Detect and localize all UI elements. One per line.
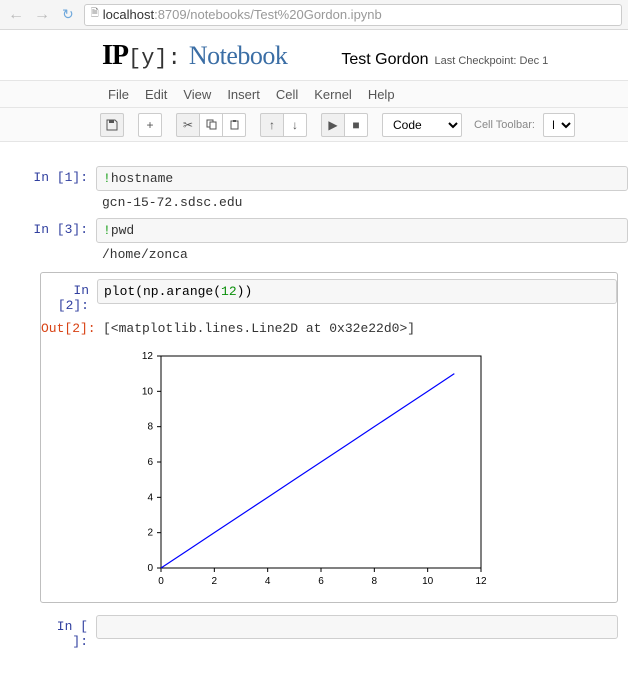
shell-cmd: pwd bbox=[111, 223, 134, 238]
cut-button[interactable]: ✂ bbox=[176, 113, 200, 137]
url-host: localhost bbox=[103, 7, 154, 22]
cell-1[interactable]: In [1]: !hostname gcn-15-72.sdsc.edu bbox=[0, 166, 628, 214]
logo-ip: IP bbox=[102, 40, 128, 72]
move-up-button[interactable]: ↑ bbox=[260, 113, 284, 137]
svg-text:10: 10 bbox=[422, 576, 434, 587]
cell-toolbar-label: Cell Toolbar: bbox=[474, 119, 535, 131]
copy-button[interactable] bbox=[199, 113, 223, 137]
svg-text:12: 12 bbox=[475, 576, 487, 587]
checkpoint-label: Last Checkpoint: Dec 1 bbox=[435, 55, 549, 67]
svg-text:2: 2 bbox=[147, 528, 153, 539]
run-button[interactable]: ▶ bbox=[321, 113, 345, 137]
out-spacer bbox=[0, 191, 96, 199]
svg-text:8: 8 bbox=[147, 422, 153, 433]
svg-text:2: 2 bbox=[212, 576, 218, 587]
line-plot: 0 2 4 6 8 10 12 0 2 4 6 8 10 12 bbox=[121, 346, 491, 596]
toolbar: + ✂ ↑ ↓ ▶ ■ Code Cell Toolbar: Non bbox=[0, 108, 628, 142]
cell-output: /home/zonca bbox=[96, 243, 628, 266]
back-icon[interactable]: ← bbox=[6, 6, 26, 24]
in-prompt: In [ ]: bbox=[40, 615, 96, 653]
bang: ! bbox=[103, 171, 111, 186]
code-input[interactable]: !pwd bbox=[96, 218, 628, 243]
cell-2[interactable]: In [3]: !pwd /home/zonca bbox=[0, 218, 628, 266]
plot-output: 0 2 4 6 8 10 12 0 2 4 6 8 10 12 bbox=[97, 340, 491, 596]
logo-y: [y]: bbox=[128, 46, 181, 71]
add-cell-button[interactable]: + bbox=[138, 113, 162, 137]
move-down-button[interactable]: ↓ bbox=[283, 113, 307, 137]
in-prompt: In [3]: bbox=[0, 218, 96, 241]
svg-text:12: 12 bbox=[142, 351, 154, 362]
stop-button[interactable]: ■ bbox=[344, 113, 368, 137]
code-input[interactable]: plot(np.arange(12)) bbox=[97, 279, 617, 304]
reload-icon[interactable]: ↻ bbox=[58, 6, 78, 23]
code-tail: )) bbox=[237, 284, 253, 299]
menubar: File Edit View Insert Cell Kernel Help bbox=[0, 80, 628, 108]
forward-icon[interactable]: → bbox=[32, 6, 52, 24]
svg-text:6: 6 bbox=[147, 457, 153, 468]
menu-insert[interactable]: Insert bbox=[219, 87, 268, 102]
cell-3-selected[interactable]: In [2]: plot(np.arange(12)) Out[2]: [<ma… bbox=[40, 272, 618, 603]
out-prompt: Out[2]: bbox=[41, 317, 97, 340]
menu-view[interactable]: View bbox=[175, 87, 219, 102]
svg-text:8: 8 bbox=[372, 576, 378, 587]
menu-edit[interactable]: Edit bbox=[137, 87, 175, 102]
notebook-title[interactable]: Test Gordon bbox=[341, 51, 428, 69]
out-spacer bbox=[41, 340, 97, 348]
cell-type-select[interactable]: Code bbox=[382, 113, 462, 137]
svg-text:4: 4 bbox=[147, 492, 153, 503]
notebook-area: In [1]: !hostname gcn-15-72.sdsc.edu In … bbox=[0, 142, 628, 675]
shell-cmd: hostname bbox=[111, 171, 173, 186]
browser-bar: ← → ↻ 🗎 localhost:8709/notebooks/Test%20… bbox=[0, 0, 628, 30]
logo-notebook: Notebook bbox=[189, 41, 288, 71]
url-bar[interactable]: 🗎 localhost:8709/notebooks/Test%20Gordon… bbox=[84, 4, 622, 26]
svg-text:6: 6 bbox=[318, 576, 324, 587]
in-prompt: In [2]: bbox=[41, 279, 97, 317]
code-input[interactable] bbox=[96, 615, 618, 639]
menu-kernel[interactable]: Kernel bbox=[306, 87, 360, 102]
url-path: :8709/notebooks/Test%20Gordon.ipynb bbox=[154, 7, 382, 22]
svg-text:0: 0 bbox=[158, 576, 164, 587]
svg-text:0: 0 bbox=[147, 563, 153, 574]
menu-file[interactable]: File bbox=[100, 87, 137, 102]
code-num: 12 bbox=[221, 284, 237, 299]
page-icon: 🗎 bbox=[91, 6, 99, 23]
paste-button[interactable] bbox=[222, 113, 246, 137]
bang: ! bbox=[103, 223, 111, 238]
save-button[interactable] bbox=[100, 113, 124, 137]
header: IP [y]: Notebook Test Gordon Last Checkp… bbox=[0, 30, 628, 80]
code-text: plot(np.arange( bbox=[104, 284, 221, 299]
menu-help[interactable]: Help bbox=[360, 87, 403, 102]
svg-text:10: 10 bbox=[142, 386, 154, 397]
out-spacer bbox=[0, 243, 96, 251]
cell-toolbar-select[interactable]: Non bbox=[543, 113, 575, 137]
cell-output: gcn-15-72.sdsc.edu bbox=[96, 191, 628, 214]
code-input[interactable]: !hostname bbox=[96, 166, 628, 191]
out-text: [<matplotlib.lines.Line2D at 0x32e22d0>] bbox=[97, 317, 617, 340]
menu-cell[interactable]: Cell bbox=[268, 87, 306, 102]
svg-text:4: 4 bbox=[265, 576, 271, 587]
in-prompt: In [1]: bbox=[0, 166, 96, 189]
